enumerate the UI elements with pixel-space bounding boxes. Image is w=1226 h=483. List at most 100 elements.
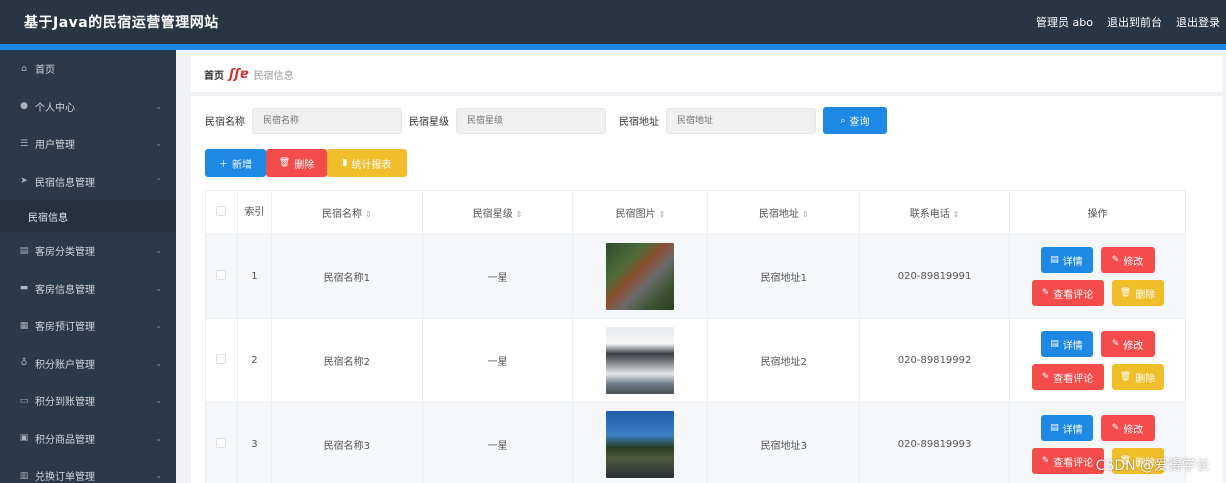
content-panel: 民宿名称 民宿星级 民宿地址 ⌕ 查询 ＋ 新增 🗑 删除 ▮ 统计报表 <box>191 96 1223 483</box>
row-checkbox[interactable] <box>216 354 227 364</box>
row-checkbox[interactable] <box>216 270 227 280</box>
homestay-photo[interactable] <box>606 411 675 478</box>
send-icon: ➤ <box>20 176 28 187</box>
watermark: CSDN @爱得学长 <box>1095 458 1210 474</box>
header-user-area: 管理员 abo 退出到前台 退出登录 <box>1036 14 1226 30</box>
trash-icon: 🗑 <box>1119 372 1132 382</box>
query-button-label: 查询 <box>849 117 870 128</box>
col-ops: 操作 <box>1009 190 1186 235</box>
sidebar-item-label: 兑换订单管理 <box>35 472 95 483</box>
sidebar-item-label: 个人中心 <box>35 102 75 114</box>
row-checkbox[interactable] <box>216 438 227 448</box>
delete-button[interactable]: 🗑 删除 <box>1111 364 1164 390</box>
comments-label: 查看评论 <box>1053 373 1094 385</box>
sidebar-item-users[interactable]: ☰ 用户管理 ⌄ <box>0 125 176 163</box>
col-star[interactable]: 民宿星级 ⇕ <box>421 190 574 235</box>
back-to-front-link[interactable]: 退出到前台 <box>1107 14 1162 30</box>
row-select-cell[interactable] <box>205 234 238 319</box>
report-button[interactable]: ▮ 统计报表 <box>327 149 407 177</box>
sidebar-item-booking[interactable]: ▦ 客房预订管理 ⌄ <box>0 307 176 345</box>
sidebar-item-points-arrival[interactable]: ▭ 积分到账管理 ⌄ <box>0 382 176 420</box>
col-phone[interactable]: 联系电话 ⇕ <box>859 190 1010 235</box>
pencil-icon: ✎ <box>1111 423 1120 433</box>
row-select-cell[interactable] <box>205 318 238 403</box>
detail-button[interactable]: ▤ 详情 <box>1040 415 1093 441</box>
chevron-down-icon: ⌄ <box>155 246 162 256</box>
edit-button[interactable]: ✎ 修改 <box>1100 247 1155 273</box>
sidebar-item-label: 客房分类管理 <box>35 247 95 259</box>
sidebar-item-points-goods[interactable]: ▣ 积分商品管理 ⌄ <box>0 420 176 458</box>
card-icon: ▬ <box>19 283 29 294</box>
sidebar: ⌂ 首页 ● 个人中心 ⌄ ☰ 用户管理 ⌄ ➤ 民宿信息管理 ⌃ 民宿信息 ▤… <box>0 50 176 483</box>
view-comments-button[interactable]: ✎ 查看评论 <box>1031 364 1104 390</box>
detail-label: 详情 <box>1062 256 1083 268</box>
query-button[interactable]: ⌕ 查询 <box>823 107 887 134</box>
col-image-label: 民宿图片 <box>615 209 656 220</box>
homestay-photo[interactable] <box>606 327 675 394</box>
pencil-icon: ✎ <box>1111 255 1120 265</box>
view-comments-button[interactable]: ✎ 查看评论 <box>1031 448 1104 474</box>
select-all-checkbox[interactable] <box>216 206 227 216</box>
cell-name: 民宿名称1 <box>270 234 423 319</box>
add-button-label: 新增 <box>232 159 252 171</box>
bar-chart-icon: ▮ <box>342 158 348 168</box>
edit-label: 修改 <box>1123 340 1144 352</box>
cell-ops: ▤ 详情 ✎ 修改 ✎ 查看评论 🗑 删除 <box>1009 318 1186 403</box>
cell-name: 民宿名称3 <box>270 402 423 483</box>
top-header: 基于Java的民宿运营管理网站 管理员 abo 退出到前台 退出登录 <box>0 0 1226 44</box>
detail-button[interactable]: ▤ 详情 <box>1040 247 1093 273</box>
sidebar-item-points-account[interactable]: ♁ 积分账户管理 ⌄ <box>0 345 176 383</box>
sidebar-item-home[interactable]: ⌂ 首页 <box>0 50 176 88</box>
homestay-photo[interactable] <box>606 243 675 310</box>
sidebar-item-label: 积分账户管理 <box>35 359 95 371</box>
chevron-down-icon: ⌄ <box>155 433 162 443</box>
batch-delete-button[interactable]: 🗑 删除 <box>266 149 327 177</box>
star-input[interactable] <box>456 107 606 134</box>
sidebar-item-room-info[interactable]: ▬ 客房信息管理 ⌄ <box>0 270 176 308</box>
cell-index: 3 <box>236 402 272 483</box>
cell-address: 民宿地址3 <box>707 402 861 483</box>
sort-icon[interactable]: ⇕ <box>802 210 809 219</box>
sort-icon[interactable]: ⇕ <box>659 210 666 219</box>
detail-button[interactable]: ▤ 详情 <box>1040 331 1093 357</box>
row-select-cell[interactable] <box>205 402 238 483</box>
select-all-cell[interactable] <box>205 190 238 235</box>
sort-icon[interactable]: ⇕ <box>953 210 960 219</box>
logout-link[interactable]: 退出登录 <box>1176 14 1220 30</box>
sidebar-item-room-category[interactable]: ▤ 客房分类管理 ⌄ <box>0 232 176 270</box>
cell-index: 1 <box>236 234 272 319</box>
cell-phone: 020-89819992 <box>859 318 1010 403</box>
cell-address: 民宿地址1 <box>707 234 861 319</box>
cell-image <box>572 318 709 403</box>
address-input[interactable] <box>666 107 816 134</box>
image-icon: ▣ <box>19 433 29 444</box>
col-phone-label: 联系电话 <box>909 209 950 220</box>
delete-button[interactable]: 🗑 删除 <box>1111 280 1164 306</box>
col-name[interactable]: 民宿名称 ⇕ <box>270 190 423 235</box>
breadcrumb-home[interactable]: 首页 <box>204 67 224 82</box>
sort-icon[interactable]: ⇕ <box>365 210 372 219</box>
col-star-label: 民宿星级 <box>472 209 513 220</box>
view-comments-button[interactable]: ✎ 查看评论 <box>1031 280 1104 306</box>
edit-button[interactable]: ✎ 修改 <box>1100 331 1155 357</box>
delete-label: 删除 <box>1135 289 1156 301</box>
edit-label: 修改 <box>1123 256 1144 268</box>
cell-star: 一星 <box>421 402 574 483</box>
comments-label: 查看评论 <box>1053 289 1094 301</box>
col-image[interactable]: 民宿图片 ⇕ <box>572 190 709 235</box>
col-address[interactable]: 民宿地址 ⇕ <box>707 190 861 235</box>
add-button[interactable]: ＋ 新增 <box>205 149 266 177</box>
edit-button[interactable]: ✎ 修改 <box>1100 415 1155 441</box>
pencil-icon: ✎ <box>1111 339 1120 349</box>
sidebar-item-label: 客房预订管理 <box>35 322 95 334</box>
chevron-down-icon: ⌄ <box>155 396 162 406</box>
sidebar-item-homestay[interactable]: ➤ 民宿信息管理 ⌃ <box>0 163 176 201</box>
cell-address: 民宿地址2 <box>707 318 861 403</box>
sidebar-item-profile[interactable]: ● 个人中心 ⌄ <box>0 88 176 126</box>
sidebar-item-exchange-orders[interactable]: ▥ 兑换订单管理 ⌄ <box>0 457 176 483</box>
sort-icon[interactable]: ⇕ <box>516 210 523 219</box>
sidebar-subitem-homestay-info[interactable]: 民宿信息 <box>0 200 176 232</box>
chevron-up-icon: ⌃ <box>155 176 162 186</box>
sidebar-item-label: 首页 <box>35 65 55 77</box>
name-input[interactable] <box>252 107 402 134</box>
